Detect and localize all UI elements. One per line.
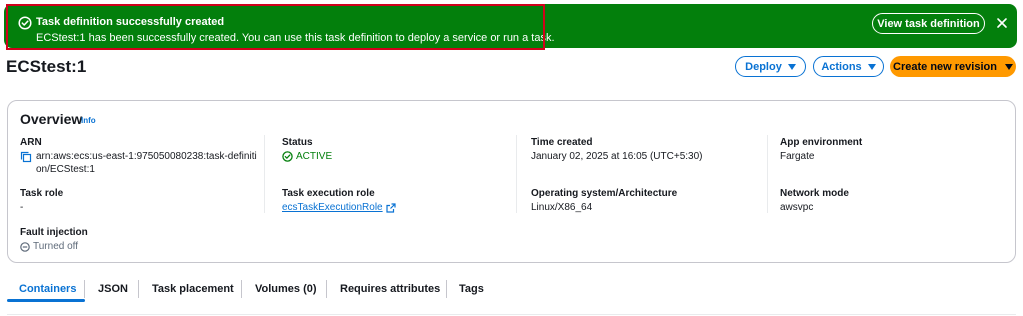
copy-icon[interactable] [20,151,32,163]
close-icon[interactable] [996,17,1008,29]
create-new-revision-button[interactable]: Create new revision [890,56,1016,77]
os-architecture-label: Operating system/Architecture [531,188,678,199]
column-divider [516,135,517,213]
arn-value-line2: on/ECStest:1 [36,164,95,175]
network-mode-value: awsvpc [780,202,814,213]
fault-injection-value: Turned off [33,241,79,252]
tab-tags[interactable]: Tags [459,277,484,301]
task-execution-role-link[interactable]: ecsTaskExecutionRole [282,201,396,214]
create-new-revision-label: Create new revision [893,60,997,73]
time-created-field: Time created January 02, 2025 at 16:05 (… [531,136,703,163]
tab-separator [446,280,447,298]
arn-label: ARN [20,137,42,148]
flash-message: ECStest:1 has been successfully created.… [36,32,555,44]
os-architecture-field: Operating system/Architecture Linux/X86_… [531,187,677,214]
caret-down-icon [1004,63,1013,70]
arn-value-line1: arn:aws:ecs:us-east-1:975050080238:task-… [36,151,257,162]
app-environment-value: Fargate [780,151,815,162]
success-flash-banner: Task definition successfully created ECS… [4,4,1017,48]
tab-containers[interactable]: Containers [19,277,76,301]
caret-down-icon [787,63,796,70]
fault-injection-field: Fault injection Turned off [20,226,88,253]
caret-down-icon [867,63,876,70]
success-status-icon [282,151,293,162]
deploy-button[interactable]: Deploy [735,56,806,77]
arn-field: ARN arn:aws:ecs:us-east-1:975050080238:t… [20,136,257,176]
time-created-value: January 02, 2025 at 16:05 (UTC+5:30) [531,151,703,162]
app-environment-field: App environment Fargate [780,136,862,163]
active-tab-indicator [7,299,85,302]
actions-button[interactable]: Actions [813,56,884,77]
task-role-field: Task role - [20,187,63,214]
actions-label: Actions [821,60,862,73]
column-divider [264,135,265,213]
tab-requires-attributes[interactable]: Requires attributes [340,277,440,301]
tab-separator [138,280,139,298]
tab-separator [326,280,327,298]
page-title: ECStest:1 [6,57,87,76]
stopped-status-icon [20,241,30,252]
time-created-label: Time created [531,137,593,148]
info-link[interactable]: Info [81,116,96,125]
task-role-value: - [20,202,24,213]
task-role-label: Task role [20,188,64,199]
deploy-label: Deploy [745,60,782,73]
app-environment-label: App environment [780,137,863,148]
status-field: Status ACTIVE [282,136,332,163]
tab-json[interactable]: JSON [98,277,128,301]
flash-title: Task definition successfully created [36,16,225,28]
overview-panel: Overview Info ARN arn:aws:ecs:us-east-1:… [7,100,1016,263]
task-execution-role-label: Task execution role [282,188,375,199]
tab-separator [84,280,85,298]
task-execution-role-field: Task execution role ecsTaskExecutionRole [282,187,396,214]
column-divider [767,135,768,213]
tab-volumes[interactable]: Volumes (0) [255,277,317,301]
status-value: ACTIVE [296,151,333,162]
overview-title: Overview [20,111,83,127]
task-execution-role-value[interactable]: ecsTaskExecutionRole [282,201,383,214]
view-task-definition-button[interactable]: View task definition [872,13,985,34]
external-link-icon [386,202,396,213]
tab-task-placement[interactable]: Task placement [152,277,234,301]
tab-separator [241,280,242,298]
fault-injection-label: Fault injection [20,227,88,238]
success-check-icon [18,16,32,30]
os-architecture-value: Linux/X86_64 [531,202,593,213]
status-label: Status [282,137,313,148]
network-mode-label: Network mode [780,188,849,199]
network-mode-field: Network mode awsvpc [780,187,849,214]
tabs-divider [7,314,1016,315]
